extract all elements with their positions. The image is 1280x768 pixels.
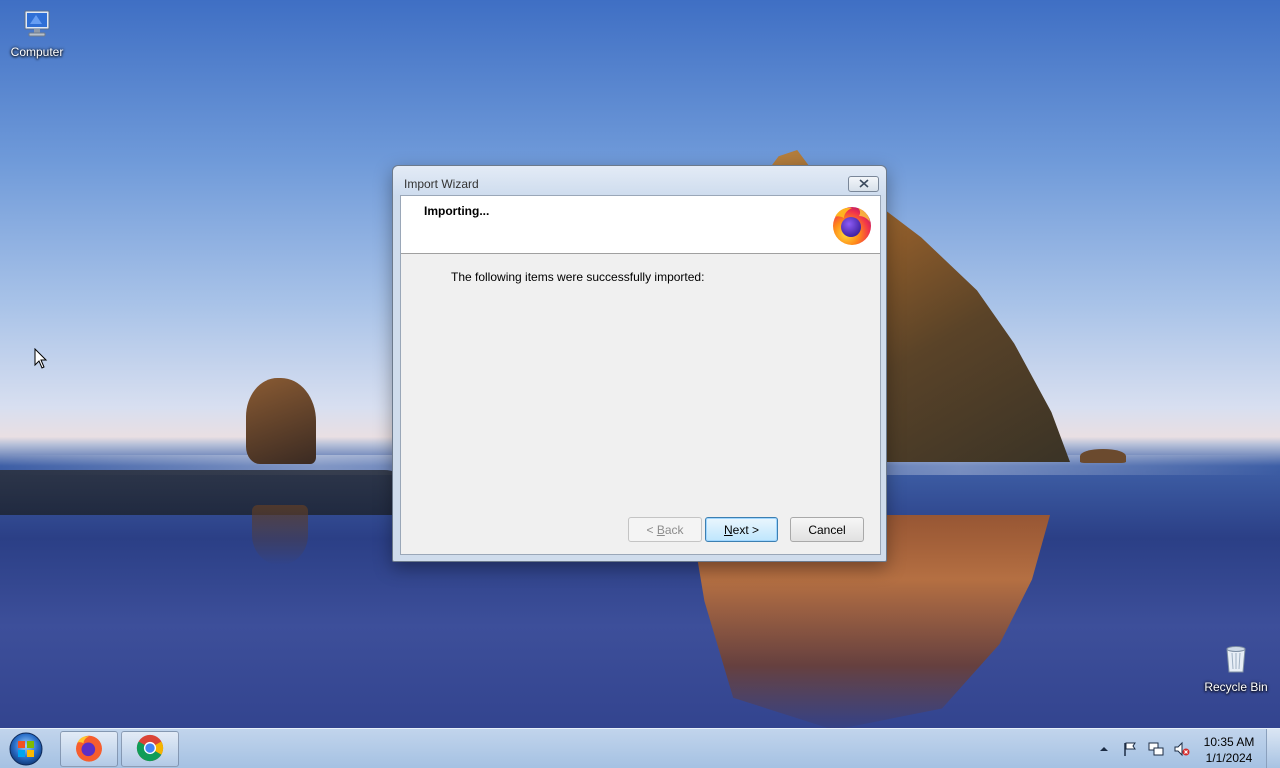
close-icon bbox=[858, 177, 869, 191]
page-title: Importing... bbox=[424, 204, 490, 218]
next-button-label: Next > bbox=[723, 522, 760, 537]
show-desktop-button[interactable] bbox=[1266, 729, 1280, 768]
small-rock bbox=[1080, 449, 1126, 463]
mouse-cursor-icon bbox=[34, 347, 48, 372]
notification-area bbox=[1096, 739, 1190, 759]
show-hidden-icons-arrow-icon[interactable] bbox=[1096, 741, 1112, 757]
back-button-label: < Back bbox=[646, 522, 684, 537]
desktop-icon-label: Recycle Bin bbox=[1204, 680, 1268, 694]
clock-time: 10:35 AM bbox=[1203, 735, 1255, 749]
beach-rocks bbox=[0, 470, 420, 515]
desktop-icon-label: Computer bbox=[10, 45, 64, 59]
back-button[interactable]: < Back bbox=[628, 517, 702, 542]
cancel-button[interactable]: Cancel bbox=[790, 517, 864, 542]
taskbar: 10:35 AM 1/1/2024 bbox=[0, 728, 1280, 768]
firefox-icon bbox=[74, 733, 104, 766]
firefox-logo-icon bbox=[830, 203, 874, 250]
sea-stack-small bbox=[246, 378, 316, 464]
dialog-titlebar[interactable]: Import Wizard bbox=[393, 166, 886, 196]
sea-stack-small-reflection bbox=[252, 505, 308, 565]
next-button[interactable]: Next > bbox=[705, 517, 778, 542]
network-icon[interactable] bbox=[1148, 741, 1164, 757]
clock-date: 1/1/2024 bbox=[1205, 751, 1253, 765]
desktop-icon-computer[interactable]: Computer bbox=[1, 8, 73, 59]
import-status-text: The following items were successfully im… bbox=[451, 270, 705, 284]
dialog-title: Import Wizard bbox=[404, 177, 479, 191]
recycle-bin-icon bbox=[1200, 643, 1272, 678]
desktop-icon-recycle-bin[interactable]: Recycle Bin bbox=[1200, 643, 1272, 694]
volume-muted-icon[interactable] bbox=[1174, 741, 1190, 757]
start-button[interactable] bbox=[6, 731, 46, 767]
taskbar-firefox-button[interactable] bbox=[60, 731, 118, 767]
import-wizard-dialog: Import Wizard Importing... The following… bbox=[392, 165, 887, 562]
chrome-icon bbox=[135, 733, 165, 766]
action-center-flag-icon[interactable] bbox=[1122, 741, 1138, 757]
taskbar-clock[interactable]: 10:35 AM 1/1/2024 bbox=[1196, 734, 1262, 766]
computer-icon bbox=[1, 8, 73, 43]
close-button[interactable] bbox=[848, 176, 879, 192]
wizard-header: Importing... bbox=[401, 196, 880, 254]
cancel-button-label: Cancel bbox=[808, 522, 846, 537]
taskbar-chrome-button[interactable] bbox=[121, 731, 179, 767]
wizard-page: Importing... The following items were su… bbox=[400, 195, 881, 555]
